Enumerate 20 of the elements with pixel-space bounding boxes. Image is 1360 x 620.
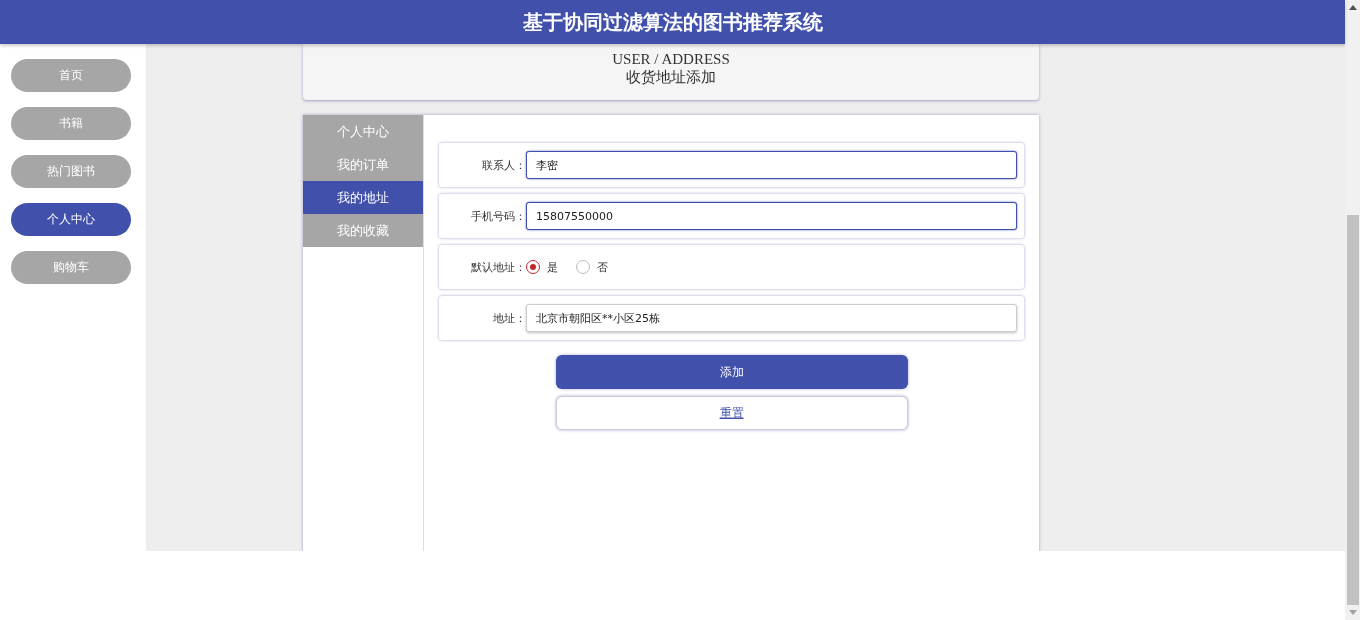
breadcrumb: USER / ADDRESS	[612, 51, 730, 68]
input-field[interactable]: 15807550000	[526, 202, 1017, 230]
scroll-down-icon[interactable]	[1348, 610, 1357, 615]
field-label: 地址：	[492, 310, 526, 326]
field-label: 联系人：	[481, 157, 526, 173]
field-label: 手机号码：	[470, 208, 526, 224]
add-button[interactable]: 添加	[555, 355, 908, 389]
input-field[interactable]: 北京市朝阳区**小区25栋	[526, 304, 1017, 332]
input-field[interactable]: 李密	[526, 151, 1017, 179]
scrollbar[interactable]	[1345, 0, 1360, 620]
app-title: 基于协同过滤算法的图书推荐系统	[522, 9, 823, 35]
scrollbar-thumb[interactable]	[1347, 215, 1359, 605]
radio-label: 是	[547, 259, 558, 275]
tab[interactable]: 我的地址	[303, 181, 423, 214]
reset-button[interactable]: 重置	[555, 396, 908, 430]
nav-button[interactable]: 个人中心	[11, 203, 131, 236]
scroll-up-icon[interactable]	[1348, 5, 1357, 10]
page-title: 收货地址添加	[626, 68, 716, 87]
radio-label: 否	[597, 259, 608, 275]
field-label: 默认地址：	[470, 259, 526, 275]
